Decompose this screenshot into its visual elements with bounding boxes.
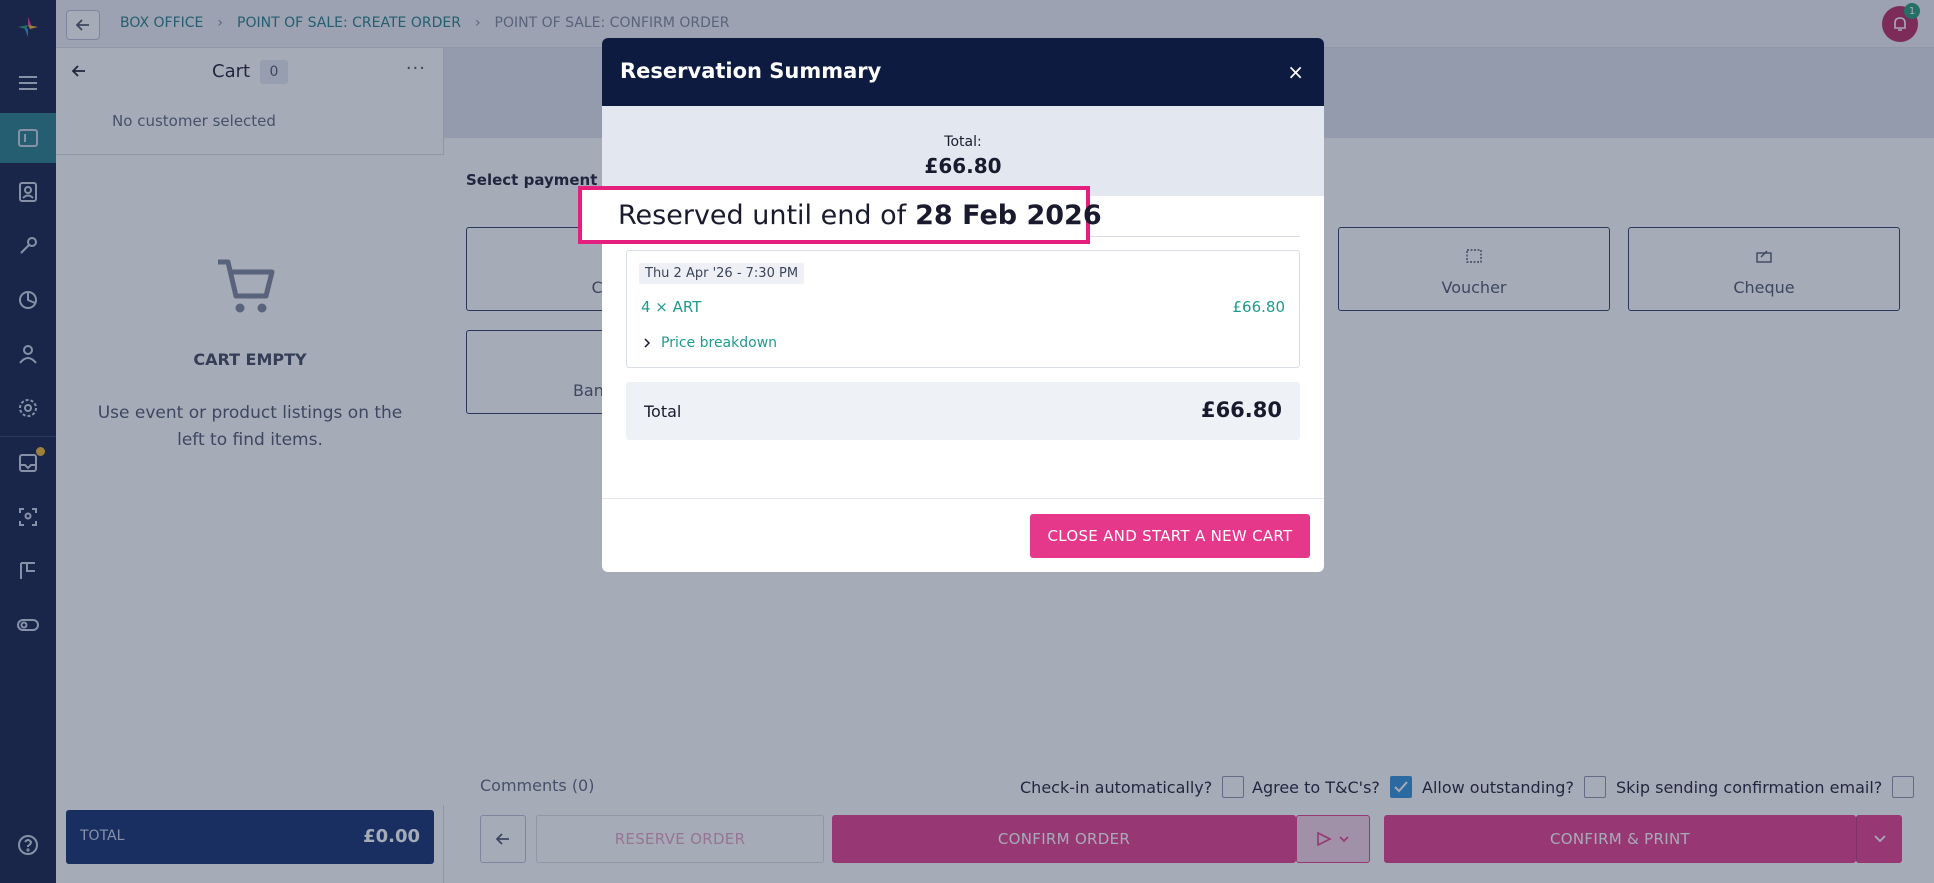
reservation-summary-modal: Reservation Summary × Total: £66.80 Thu … bbox=[602, 38, 1324, 572]
price-breakdown-label: Price breakdown bbox=[661, 335, 778, 351]
reserved-until-callout: Reserved until end of 28 Feb 2026 bbox=[578, 186, 1102, 244]
close-start-new-cart-button[interactable]: CLOSE AND START A NEW CART bbox=[1030, 514, 1310, 558]
item-price: £66.80 bbox=[1232, 298, 1286, 316]
modal-title: Reservation Summary bbox=[620, 59, 882, 83]
modal-footer-divider bbox=[602, 498, 1324, 499]
reserved-until-text: Reserved until end of bbox=[618, 199, 907, 231]
close-icon[interactable]: × bbox=[1287, 60, 1304, 84]
event-date-badge: Thu 2 Apr '26 - 7:30 PM bbox=[639, 263, 805, 284]
price-breakdown-toggle[interactable]: Price breakdown bbox=[643, 335, 777, 351]
summary-total-label: Total: bbox=[944, 134, 982, 150]
order-total-label: Total bbox=[644, 402, 682, 421]
order-total-value: £66.80 bbox=[1200, 398, 1282, 422]
order-item-card: Thu 2 Apr '26 - 7:30 PM 4 × ART £66.80 P… bbox=[626, 250, 1300, 368]
order-total-row: Total £66.80 bbox=[626, 382, 1300, 440]
summary-band: Total: £66.80 bbox=[602, 106, 1324, 196]
reserved-until-date: 28 Feb 2026 bbox=[915, 199, 1102, 231]
item-name[interactable]: 4 × ART bbox=[641, 298, 701, 316]
summary-total-value: £66.80 bbox=[924, 154, 1002, 178]
modal-header: Reservation Summary × bbox=[602, 38, 1324, 106]
chevron-right-icon bbox=[644, 338, 651, 348]
